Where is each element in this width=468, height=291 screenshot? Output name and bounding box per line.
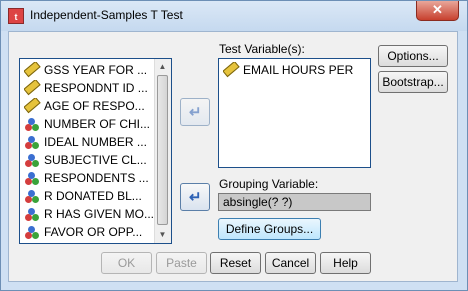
- variable-item[interactable]: RESPONDENTS ...: [24, 170, 154, 187]
- variable-label: SUBJECTIVE CL...: [44, 153, 147, 167]
- reset-button[interactable]: Reset: [210, 252, 261, 274]
- variable-item[interactable]: IDEAL NUMBER ...: [24, 134, 154, 151]
- scale-ruler-icon: [24, 98, 41, 114]
- move-arrow-icon: ↵: [189, 104, 202, 121]
- variable-item[interactable]: R HAS GIVEN MO...: [24, 206, 154, 223]
- variable-label: RESPONDENTS ...: [44, 171, 149, 185]
- title-bar[interactable]: t Independent-Samples T Test ✕: [1, 1, 467, 31]
- grouping-variable-label: Grouping Variable:: [219, 177, 319, 191]
- variable-label: EMAIL HOURS PER...: [243, 63, 353, 77]
- scale-ruler-icon: [223, 62, 240, 78]
- scroll-up-icon[interactable]: ▲: [156, 60, 169, 73]
- scroll-down-icon[interactable]: ▼: [156, 228, 169, 241]
- ok-button[interactable]: OK: [101, 252, 152, 274]
- variable-label: RESPONDNT ID ...: [44, 81, 148, 95]
- app-icon: t: [8, 8, 24, 24]
- options-button[interactable]: Options...: [378, 45, 448, 67]
- variable-item[interactable]: SUBJECTIVE CL...: [24, 152, 154, 169]
- move-to-grouping-variable-button[interactable]: ↵: [180, 183, 210, 211]
- variable-item[interactable]: AGE OF RESPO...: [24, 98, 154, 115]
- scale-ruler-icon: [24, 80, 41, 96]
- nominal-icon: [25, 136, 39, 150]
- dialog-window: t Independent-Samples T Test ✕ GSS YEAR …: [0, 0, 468, 291]
- test-variables-label: Test Variable(s):: [219, 42, 305, 56]
- move-arrow-icon: ↵: [189, 189, 202, 206]
- bootstrap-button[interactable]: Bootstrap...: [378, 71, 448, 93]
- help-button[interactable]: Help: [320, 252, 371, 274]
- define-groups-button[interactable]: Define Groups...: [218, 218, 321, 240]
- nominal-icon: [25, 190, 39, 204]
- close-button[interactable]: ✕: [416, 1, 459, 21]
- variable-label: GSS YEAR FOR ...: [44, 63, 148, 77]
- nominal-icon: [25, 172, 39, 186]
- close-icon: ✕: [432, 2, 443, 17]
- variable-label: AGE OF RESPO...: [44, 99, 145, 113]
- nominal-icon: [25, 226, 39, 240]
- paste-button[interactable]: Paste: [156, 252, 207, 274]
- variable-item[interactable]: NUMBER OF CHI...: [24, 116, 154, 133]
- vertical-scrollbar[interactable]: ▲ ▼: [154, 59, 171, 243]
- grouping-variable-field[interactable]: absingle(? ?): [218, 193, 371, 211]
- scale-ruler-icon: [24, 62, 41, 78]
- test-variable-item[interactable]: EMAIL HOURS PER...: [223, 62, 353, 79]
- variable-item[interactable]: R DONATED BL...: [24, 188, 154, 205]
- variable-item[interactable]: GSS YEAR FOR ...: [24, 62, 154, 79]
- dialog-body: GSS YEAR FOR ... RESPONDNT ID ... AGE OF…: [8, 31, 458, 282]
- nominal-icon: [25, 154, 39, 168]
- variable-label: IDEAL NUMBER ...: [44, 135, 147, 149]
- variable-item[interactable]: RESPONDNT ID ...: [24, 80, 154, 97]
- nominal-icon: [25, 208, 39, 222]
- variable-label: R DONATED BL...: [44, 189, 142, 203]
- move-to-test-variables-button[interactable]: ↵: [180, 98, 210, 126]
- source-variable-list[interactable]: GSS YEAR FOR ... RESPONDNT ID ... AGE OF…: [19, 58, 172, 244]
- window-title: Independent-Samples T Test: [30, 8, 183, 22]
- variable-label: NUMBER OF CHI...: [44, 117, 151, 131]
- scrollbar-thumb[interactable]: [157, 75, 168, 225]
- variable-item[interactable]: FAVOR OR OPP...: [24, 224, 154, 241]
- cancel-button[interactable]: Cancel: [265, 252, 316, 274]
- variable-label: FAVOR OR OPP...: [44, 225, 143, 239]
- test-variables-list[interactable]: EMAIL HOURS PER...: [218, 58, 371, 168]
- variable-label: R HAS GIVEN MO...: [44, 207, 154, 221]
- nominal-icon: [25, 118, 39, 132]
